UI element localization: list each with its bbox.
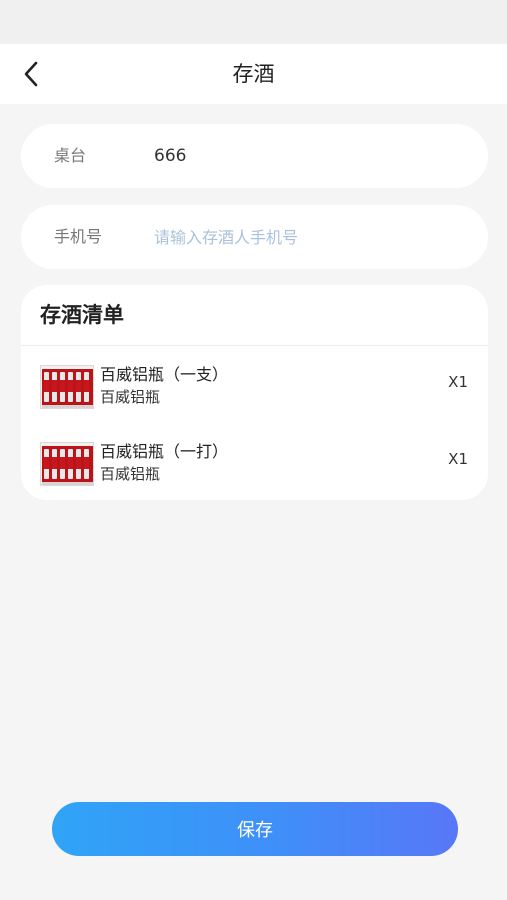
phone-field: 手机号 [21, 205, 488, 269]
item-subtitle: 百威铝瓶 [100, 388, 161, 406]
phone-input[interactable] [154, 217, 454, 257]
chevron-left-icon [24, 61, 38, 87]
status-bar [0, 0, 507, 44]
storage-list-title: 存酒清单 [40, 303, 124, 327]
table-label: 桌台 [54, 146, 87, 165]
table-value: 666 [154, 146, 187, 166]
back-button[interactable] [14, 56, 50, 92]
item-subtitle: 百威铝瓶 [100, 465, 161, 483]
divider [21, 345, 488, 346]
list-item[interactable]: 百威铝瓶（一打） 百威铝瓶 X1 [21, 442, 488, 500]
save-button[interactable]: 保存 [52, 802, 458, 856]
page-title: 存酒 [232, 62, 275, 86]
beer-cans-image [40, 365, 94, 409]
item-quantity: X1 [448, 373, 468, 391]
page: 存酒 桌台 666 手机号 存酒清单 [0, 0, 507, 900]
nav-bar: 存酒 [0, 44, 507, 104]
table-field: 桌台 666 [21, 124, 488, 188]
storage-list-card: 存酒清单 百威铝瓶（一支） 百威铝瓶 X1 百威铝瓶（一打） 百威铝瓶 X1 [21, 285, 488, 500]
item-quantity: X1 [448, 450, 468, 468]
item-name: 百威铝瓶（一打） [100, 442, 229, 461]
beer-cans-image [40, 442, 94, 486]
item-name: 百威铝瓶（一支） [100, 365, 229, 384]
phone-label: 手机号 [54, 227, 103, 246]
list-item[interactable]: 百威铝瓶（一支） 百威铝瓶 X1 [21, 365, 488, 431]
